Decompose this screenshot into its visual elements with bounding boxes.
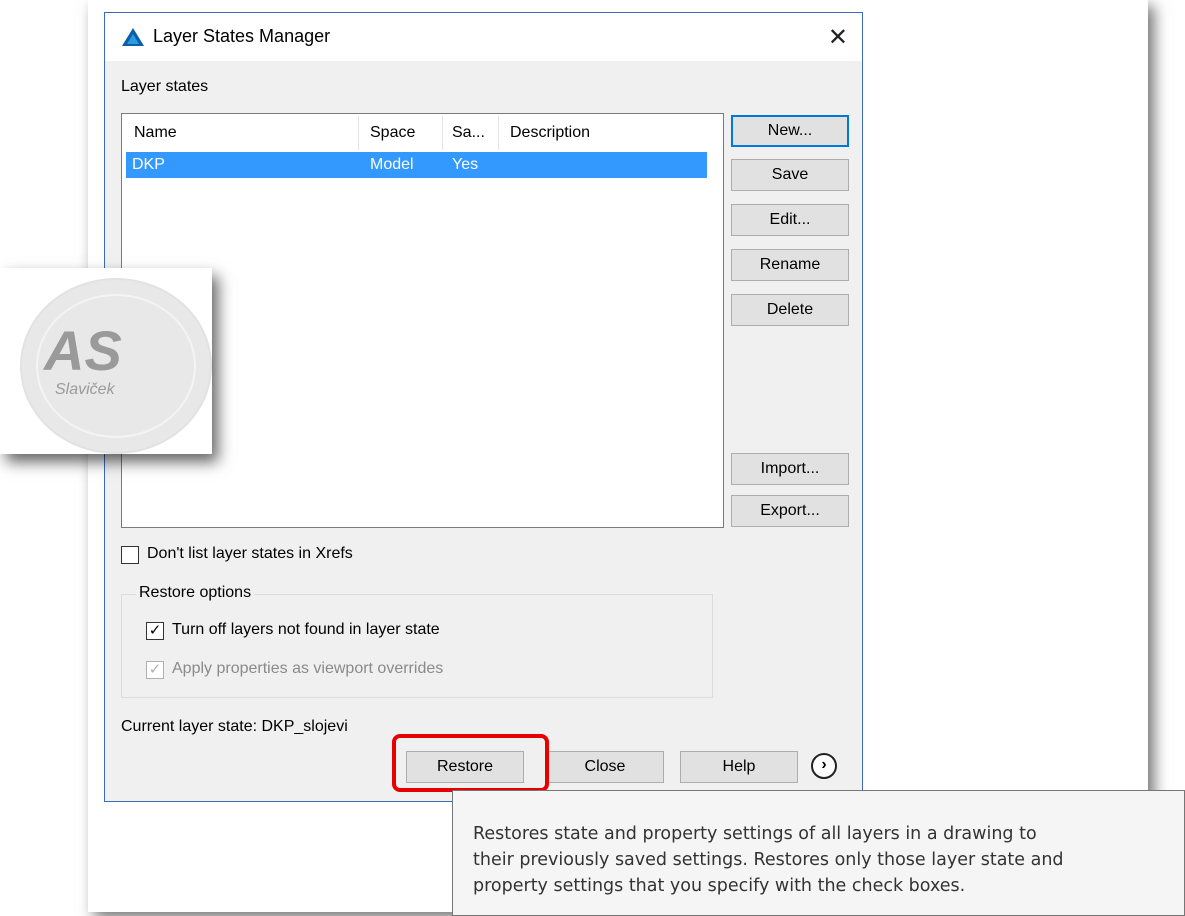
column-header-space[interactable]: Space: [370, 114, 415, 152]
tooltip-line: property settings that you specify with …: [473, 876, 966, 896]
watermark-logo: AS Slaviček: [0, 268, 212, 454]
column-header-name[interactable]: Name: [134, 114, 177, 152]
watermark-name: Slaviček: [55, 381, 115, 398]
column-header-saved[interactable]: Sa...: [452, 114, 485, 152]
turn-off-layers-checkbox[interactable]: ✓: [146, 622, 164, 640]
title-bar: Layer States Manager ✕: [105, 13, 862, 61]
row-name: DKP: [132, 156, 165, 173]
edit-button[interactable]: Edit...: [731, 204, 849, 236]
tooltip-line: Restores state and property settings of …: [473, 824, 1037, 844]
turn-off-layers-label: Turn off layers not found in layer state: [172, 621, 440, 638]
save-button[interactable]: Save: [731, 159, 849, 191]
rename-button[interactable]: Rename: [731, 249, 849, 281]
restore-options-group: Restore options ✓ Turn off layers not fo…: [121, 584, 713, 698]
apply-viewport-overrides-label: Apply properties as viewport overrides: [172, 660, 444, 677]
help-button[interactable]: Help: [680, 751, 798, 783]
restore-tooltip: Restores state and property settings of …: [452, 790, 1185, 916]
delete-button[interactable]: Delete: [731, 294, 849, 326]
watermark-initials: AS: [44, 319, 122, 382]
import-button[interactable]: Import...: [731, 453, 849, 485]
new-button[interactable]: New...: [731, 115, 849, 147]
autocad-logo-icon: [122, 28, 144, 46]
tooltip-line: their previously saved settings. Restore…: [473, 850, 1064, 870]
table-row[interactable]: DKP Model Yes: [126, 152, 707, 178]
layer-states-manager-dialog: Layer States Manager ✕ Layer states Name…: [104, 12, 863, 802]
restore-button-highlight: [392, 734, 549, 792]
close-button[interactable]: Close: [546, 751, 664, 783]
column-header-description[interactable]: Description: [510, 114, 590, 152]
row-saved: Yes: [452, 156, 479, 173]
current-layer-state: Current layer state: DKP_slojevi: [121, 718, 348, 735]
restore-options-legend: Restore options: [136, 584, 255, 602]
apply-viewport-overrides-checkbox[interactable]: ✓: [146, 661, 164, 679]
dont-list-xrefs-label: Don't list layer states in Xrefs: [147, 545, 353, 562]
layer-states-label: Layer states: [121, 78, 209, 95]
dont-list-xrefs-checkbox[interactable]: [121, 546, 139, 564]
export-button[interactable]: Export...: [731, 495, 849, 527]
close-icon[interactable]: ✕: [828, 23, 848, 52]
dialog-title: Layer States Manager: [153, 26, 331, 46]
expand-chevron-icon[interactable]: ›: [811, 753, 837, 779]
row-space: Model: [370, 156, 414, 173]
